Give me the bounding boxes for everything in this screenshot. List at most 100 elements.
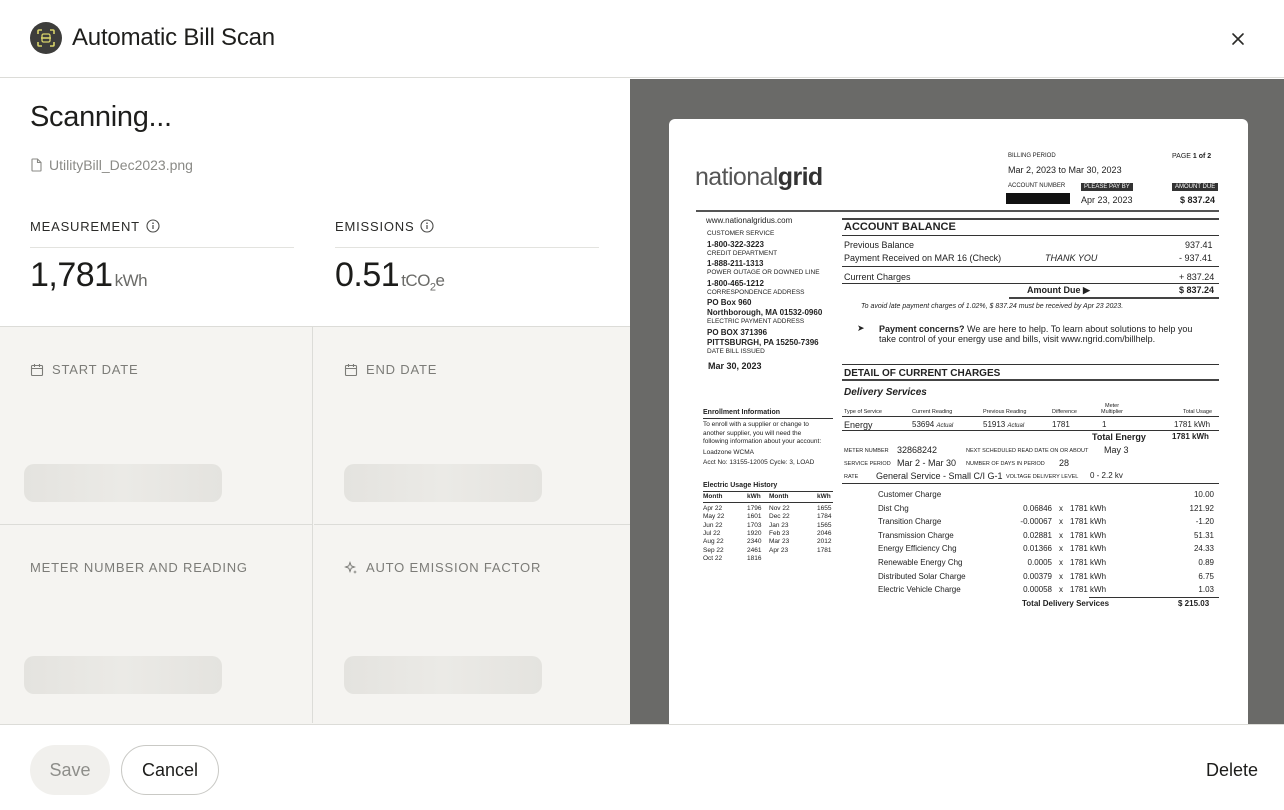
save-button[interactable]: Save	[30, 745, 110, 795]
total-energy-label: Total Energy	[1092, 432, 1146, 442]
scan-icon	[30, 22, 62, 54]
amount-due-row: $ 837.24	[1179, 285, 1215, 295]
history-cell: Oct 22	[703, 554, 723, 562]
history-cell: Apr 23	[769, 546, 789, 554]
history-cell: 1703	[747, 521, 762, 529]
history-header-cell: kWh	[817, 493, 831, 500]
charge-cell: x	[1059, 558, 1063, 567]
amount-due-row-label: Amount Due ▶	[1027, 285, 1090, 295]
total-energy: 1781 kWh	[1172, 432, 1209, 441]
end-date-label: END DATE	[366, 362, 438, 377]
emissions-label: EMISSIONS	[335, 218, 415, 234]
energy-total: 1781 kWh	[1174, 420, 1211, 429]
measurement-block: MEASUREMENT 1,781 kWh	[30, 215, 294, 295]
contact-line: CUSTOMER SERVICE	[707, 230, 775, 237]
meter-field[interactable]: METER NUMBER AND READING	[0, 525, 313, 723]
history-cell: Dec 22	[769, 513, 790, 521]
charge-cell: 10.00	[1193, 490, 1214, 499]
energy-previous: 51913 Actual	[983, 420, 1025, 429]
extracted-fields-grid: START DATE END DATE METER NUMBER AND REA…	[0, 326, 630, 724]
emissions-value: 0.51	[335, 256, 400, 294]
contact-line: PO Box 960	[707, 298, 752, 307]
charge-cell: 0.01366	[1023, 544, 1052, 554]
info-icon[interactable]	[146, 219, 160, 233]
rate-label: RATE	[844, 474, 859, 480]
meter-number-label: METER NUMBER	[844, 448, 889, 454]
voltage: 0 - 2.2 kv	[1090, 471, 1123, 480]
contact-line: POWER OUTAGE OR DOWNED LINE	[707, 269, 820, 276]
late-payment-note: To avoid late payment charges of 1.02%, …	[861, 303, 1124, 310]
history-cell: May 22	[703, 513, 725, 521]
next-read: May 3	[1104, 445, 1129, 455]
meter-label: METER NUMBER AND READING	[30, 560, 248, 575]
cancel-button[interactable]: Cancel	[121, 745, 219, 795]
amount-due-top: $ 837.24	[1180, 195, 1216, 205]
contact-line: 1-800-322-3223	[707, 239, 764, 249]
measurement-label: MEASUREMENT	[30, 218, 140, 234]
history-cell: 1655	[817, 505, 832, 512]
meter-number: 32868242	[897, 445, 938, 455]
contact-line: CORRESPONDENCE ADDRESS	[707, 288, 805, 296]
charge-cell: 6.75	[1198, 571, 1214, 581]
enrollment-line: Loadzone WCMA	[703, 449, 754, 456]
history-cell: Aug 22	[703, 538, 724, 546]
payment-received-label: Payment Received on MAR 16 (Check)	[844, 253, 1002, 263]
energy-current: 53694 Actual	[912, 420, 954, 429]
history-header-cell: kWh	[747, 493, 761, 500]
start-date-field[interactable]: START DATE	[0, 327, 313, 525]
col-total: Total Usage	[1183, 409, 1213, 415]
history-cell: 1796	[747, 505, 762, 512]
previous-balance-label: Previous Balance	[844, 240, 915, 250]
close-icon	[1232, 33, 1244, 45]
enrollment-line: To enroll with a supplier or change to	[703, 421, 809, 428]
usage-history-title: Electric Usage History	[703, 482, 778, 489]
end-date-field[interactable]: END DATE	[314, 327, 630, 525]
col-current: Current Reading	[912, 409, 953, 415]
auto-emission-factor-field[interactable]: AUTO EMISSION FACTOR	[314, 525, 630, 723]
contact-line: PITTSBURGH, PA 15250-7396	[707, 337, 819, 347]
charge-cell: Customer Charge	[878, 490, 942, 499]
charge-cell: x	[1059, 517, 1063, 527]
charge-cell: Transmission Charge	[878, 530, 954, 540]
charge-cell: 121.92	[1189, 503, 1214, 513]
loading-skeleton	[344, 464, 542, 502]
amount-due-label: AMOUNT DUE	[1172, 183, 1219, 191]
close-button[interactable]	[1224, 25, 1252, 53]
energy-diff: 1781	[1052, 420, 1070, 429]
current-charges: + 837.24	[1179, 272, 1215, 282]
total-delivery-label: Total Delivery Services	[1022, 599, 1110, 608]
current-charges-label: Current Charges	[844, 272, 911, 282]
delete-button[interactable]: Delete	[1192, 745, 1272, 795]
charge-cell: 0.00379	[1023, 571, 1052, 581]
contact-line: 1-888-211-1313	[707, 259, 764, 268]
charge-cell: 1781 kWh	[1070, 558, 1107, 567]
calendar-icon	[30, 363, 44, 376]
loading-skeleton	[344, 656, 542, 694]
charge-cell: Distributed Solar Charge	[878, 571, 966, 581]
emissions-block: EMISSIONS 0.51 tCO2e	[335, 215, 599, 295]
history-cell: 1920	[747, 529, 762, 537]
history-divider	[703, 502, 833, 503]
charge-cell: Renewable Energy Chg	[878, 558, 963, 567]
total-delivery: $ 215.03	[1178, 599, 1210, 608]
delivery-services-title: Delivery Services	[844, 387, 927, 398]
contact-line: CREDIT DEPARTMENT	[707, 249, 778, 257]
previous-balance: 937.41	[1185, 240, 1213, 250]
charge-cell: x	[1059, 503, 1063, 513]
charge-cell: 1.03	[1198, 585, 1214, 595]
history-cell: 2046	[817, 529, 832, 537]
billing-period-label: BILLING PERIOD	[1008, 153, 1056, 159]
charge-cell: 1781 kWh	[1070, 544, 1107, 554]
pay-by-date: Apr 23, 2023	[1081, 195, 1133, 205]
days-label: NUMBER OF DAYS IN PERIOD	[966, 461, 1045, 467]
col-type: Type of Service	[844, 409, 882, 415]
measurement-value-row: 1,781 kWh	[30, 256, 294, 295]
page-indicator: PAGE 1 of 2	[1172, 153, 1212, 160]
utility-logo: nationalgrid	[695, 163, 823, 191]
info-icon[interactable]	[420, 219, 434, 233]
thank-you: THANK YOU	[1045, 253, 1098, 263]
measurement-unit: kWh	[114, 271, 148, 290]
loading-skeleton	[24, 656, 222, 694]
history-header-cell: Month	[769, 493, 789, 500]
utility-website: www.nationalgridus.com	[706, 216, 793, 225]
